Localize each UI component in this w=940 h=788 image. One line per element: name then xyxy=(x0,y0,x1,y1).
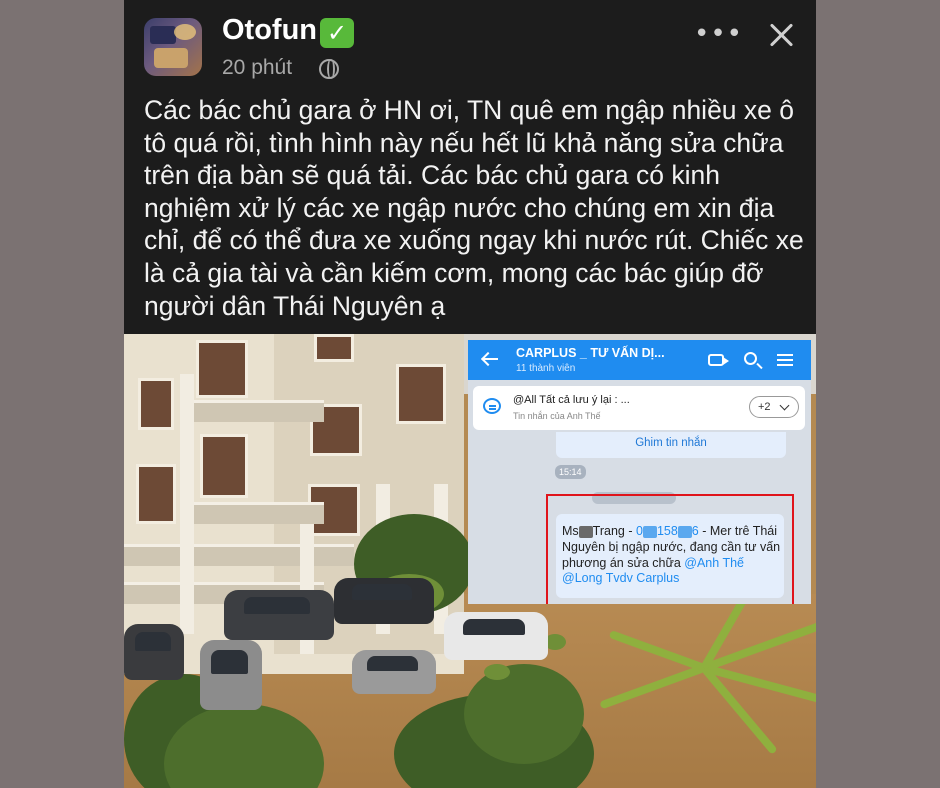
pinned-more-button[interactable]: +2 xyxy=(749,396,799,418)
globe-icon xyxy=(319,59,339,79)
close-icon[interactable] xyxy=(764,18,798,52)
member-count: 11 thành viên xyxy=(516,363,576,374)
video-call-icon[interactable] xyxy=(708,354,729,366)
message-bubble[interactable]: Ms Trang - 0 158 6 - Mer trê Thái Nguyên bị… xyxy=(556,514,784,598)
pin-message-button[interactable]: Ghim tin nhắn xyxy=(556,432,786,458)
post-header: Otofun ✓ 20 phút ••• xyxy=(124,0,816,90)
pinned-title: @All Tất cả lưu ý lại : ... xyxy=(513,394,630,406)
back-arrow-icon[interactable] xyxy=(482,350,500,368)
search-icon[interactable] xyxy=(744,352,757,365)
timestamp: 15:14 xyxy=(555,465,586,479)
phone-link[interactable]: 0 158 6 xyxy=(636,524,699,538)
pinned-subtitle: Tin nhắn của Anh Thế xyxy=(513,411,601,421)
message-text: Ms Trang - 0 158 6 - Mer trê Thái Nguyên bị… xyxy=(562,524,781,586)
mention-long-tvdv[interactable]: @Long Tvdv Carplus xyxy=(562,571,679,585)
menu-icon[interactable] xyxy=(777,354,793,366)
chat-bubble-icon xyxy=(483,398,501,414)
mention-anh-the[interactable]: @Anh Thế xyxy=(684,556,744,570)
more-options-button[interactable]: ••• xyxy=(694,21,742,50)
avatar[interactable] xyxy=(144,18,202,76)
post-time[interactable]: 20 phút xyxy=(222,56,292,80)
verified-icon: ✓ xyxy=(320,18,354,48)
pinned-message[interactable]: @All Tất cả lưu ý lại : ... Tin nhắn của… xyxy=(473,386,805,430)
chat-screenshot: CARPLUS _ TƯ VẤN DỊ... 11 thành viên @Al… xyxy=(468,340,811,604)
post-photo[interactable]: CARPLUS _ TƯ VẤN DỊ... 11 thành viên @Al… xyxy=(124,334,816,788)
facebook-post: Otofun ✓ 20 phút ••• Các bác chủ gara ở … xyxy=(124,0,816,788)
highlight-box: Ms Trang - 0 158 6 - Mer trê Thái Nguyên bị… xyxy=(546,494,794,604)
post-body: Các bác chủ gara ở HN ơi, TN quê em ngập… xyxy=(144,95,804,321)
chat-header: CARPLUS _ TƯ VẤN DỊ... 11 thành viên xyxy=(468,340,811,380)
group-name: CARPLUS _ TƯ VẤN DỊ... xyxy=(516,346,665,360)
author-name[interactable]: Otofun xyxy=(222,14,317,47)
